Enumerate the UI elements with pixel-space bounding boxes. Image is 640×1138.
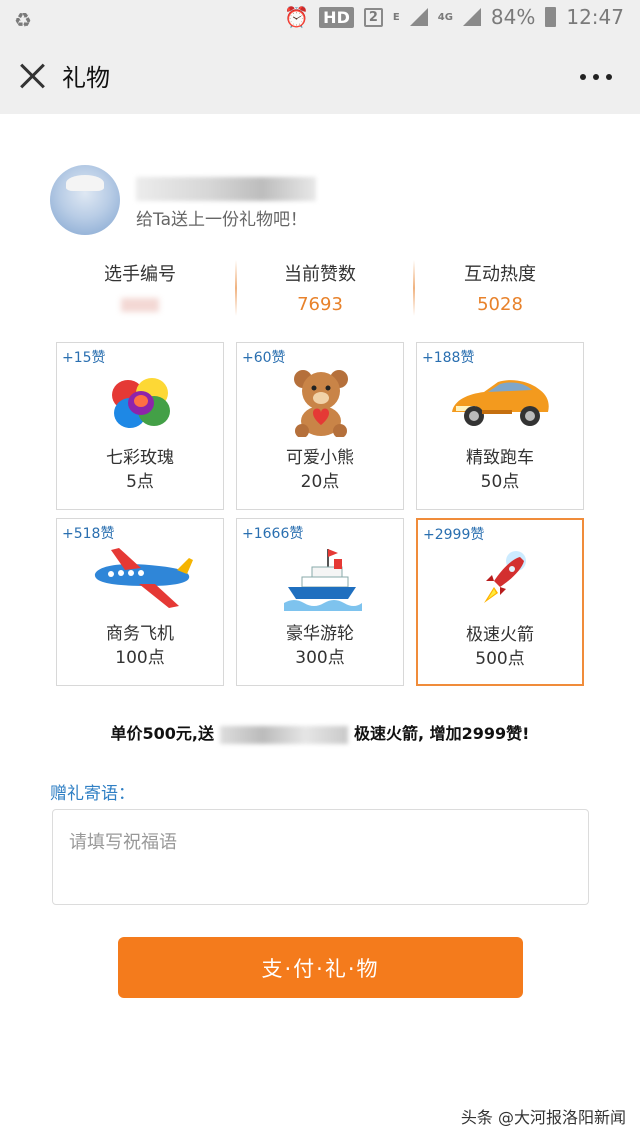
gift-name: 商务飞机 xyxy=(106,624,174,644)
stat-contestant-id: 选手编号 xyxy=(50,260,230,316)
gift-price: 5点 xyxy=(126,472,154,492)
gift-card-car[interactable]: +188赞 精致跑车 50点 xyxy=(416,342,584,510)
teddy-bear-icon xyxy=(281,367,361,437)
gift-name: 精致跑车 xyxy=(466,448,534,468)
gift-name: 极速火箭 xyxy=(466,625,534,645)
recipient-name-blurred xyxy=(220,725,348,744)
gift-card-rocket[interactable]: +2999赞 极速火箭 500点 xyxy=(416,518,584,686)
sports-car-icon xyxy=(445,367,555,437)
gift-name: 可爱小熊 xyxy=(286,448,354,468)
gift-card-bear[interactable]: +60赞 可爱小熊 20点 xyxy=(236,342,404,510)
gift-price: 50点 xyxy=(480,472,520,492)
gift-price: 500点 xyxy=(475,649,525,669)
status-bar: ♻ ⏰ HD 2 E 4G 84% 12:47 xyxy=(0,0,640,38)
stat-heat: 互动热度 5028 xyxy=(410,260,590,316)
page-title: 礼物 xyxy=(62,64,110,92)
network-type-4g: 4G xyxy=(437,11,453,23)
stat-value: 7693 xyxy=(297,294,343,315)
cruise-ship-icon xyxy=(277,543,367,613)
avatar xyxy=(50,165,120,235)
nav-bar: 礼物 xyxy=(0,38,640,114)
likes-badge: +60赞 xyxy=(242,350,286,366)
more-menu-icon[interactable] xyxy=(580,74,612,80)
likes-badge: +518赞 xyxy=(62,526,115,542)
gift-price: 20点 xyxy=(300,472,340,492)
gift-card-airplane[interactable]: +518赞 商务飞机 100点 xyxy=(56,518,224,686)
stats-row: 选手编号 当前赞数 7693 互动热度 5028 xyxy=(50,260,590,320)
alarm-icon: ⏰ xyxy=(284,5,310,29)
stat-likes: 当前赞数 7693 xyxy=(230,260,410,316)
gift-price: 100点 xyxy=(115,648,165,668)
clock: 12:47 xyxy=(566,5,624,29)
gift-card-cruise[interactable]: +1666赞 豪华游轮 300点 xyxy=(236,518,404,686)
likes-badge: +1666赞 xyxy=(242,526,304,542)
gift-card-rose[interactable]: +15赞 七彩玫瑰 5点 xyxy=(56,342,224,510)
likes-badge: +188赞 xyxy=(422,350,475,366)
hd-indicator: HD xyxy=(319,6,354,28)
pay-gift-button[interactable]: 支·付·礼·物 xyxy=(118,937,523,998)
battery-icon xyxy=(545,7,557,27)
profile-subtitle: 给Ta送上一份礼物吧！ xyxy=(136,210,307,230)
watermark: 头条 @大河报洛阳新闻 xyxy=(460,1108,626,1127)
recipient-name-blurred xyxy=(136,177,316,201)
blessing-message-input[interactable]: 请填写祝福语 xyxy=(52,809,589,905)
stat-value-blurred xyxy=(50,294,230,316)
close-icon[interactable] xyxy=(18,62,46,90)
network-type-e: E xyxy=(392,11,400,23)
signal-icon xyxy=(409,8,428,26)
order-summary: 单价500元,送 极速火箭, 增加2999赞! xyxy=(0,720,640,744)
stat-label: 当前赞数 xyxy=(284,264,356,285)
likes-badge: +15赞 xyxy=(62,350,106,366)
likes-badge: +2999赞 xyxy=(423,527,485,543)
signal-icon-2 xyxy=(462,8,481,26)
gift-name: 豪华游轮 xyxy=(286,624,354,644)
gift-name: 七彩玫瑰 xyxy=(106,448,174,468)
message-label: 赠礼寄语： xyxy=(50,784,135,804)
gift-price: 300点 xyxy=(295,648,345,668)
airplane-icon xyxy=(87,543,197,613)
recycle-icon: ♻ xyxy=(14,8,32,32)
sim-indicator: 2 xyxy=(363,7,383,27)
stat-label: 互动热度 xyxy=(464,264,536,285)
summary-prefix: 单价500元,送 xyxy=(110,724,214,743)
battery-percent: 84% xyxy=(490,5,536,29)
stat-label: 选手编号 xyxy=(104,264,176,285)
rainbow-rose-icon xyxy=(101,367,181,437)
rocket-icon xyxy=(462,544,542,614)
summary-suffix: 极速火箭, 增加2999赞! xyxy=(354,724,530,743)
stat-value: 5028 xyxy=(477,294,523,315)
